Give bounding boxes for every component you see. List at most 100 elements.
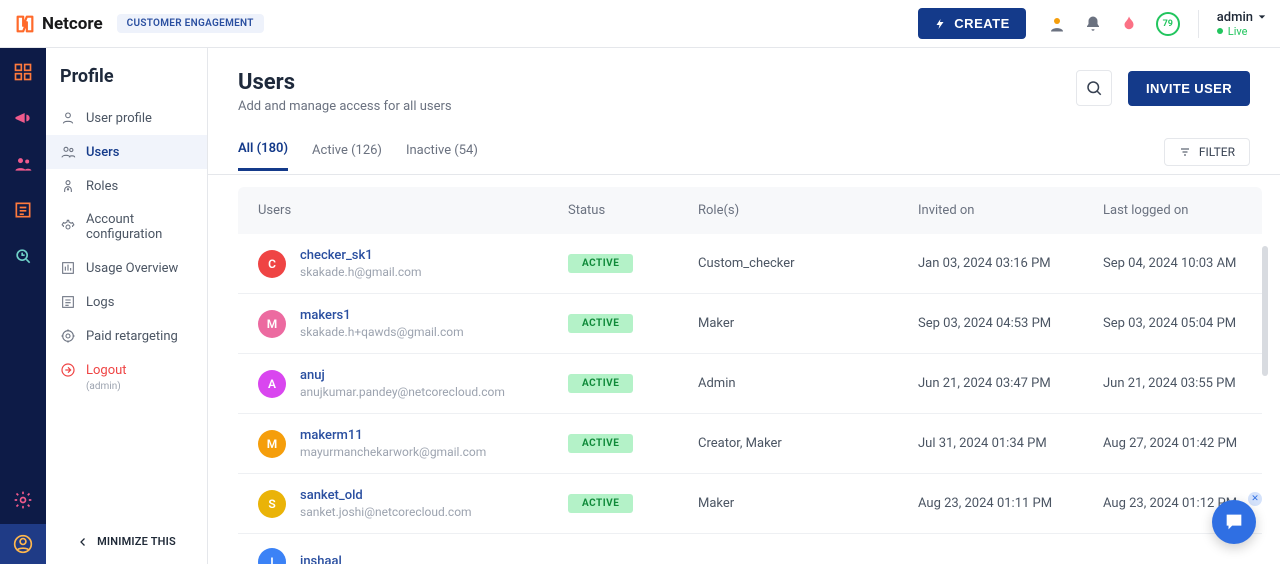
filter-icon	[1179, 146, 1191, 158]
roles-cell: Admin	[698, 376, 918, 391]
logout-subtext: (admin)	[46, 381, 207, 392]
sidebar-item-label: Usage Overview	[86, 261, 178, 276]
chevron-down-icon	[1258, 13, 1266, 21]
sidebar-item-users[interactable]: Users	[46, 135, 207, 169]
sidebar-item-label: Roles	[86, 179, 118, 194]
sidebar-item-label: Users	[86, 145, 119, 160]
bell-icon[interactable]	[1084, 15, 1102, 33]
config-icon	[60, 219, 76, 235]
sidebar-item-label: Logout	[86, 363, 127, 378]
user-name-link[interactable]: checker_sk1	[300, 248, 422, 263]
lastlog-cell: Aug 27, 2024 01:42 PM	[1103, 436, 1252, 451]
rail-analytics-icon[interactable]	[13, 246, 33, 266]
sidebar-item-account-config[interactable]: Account configuration	[46, 203, 207, 251]
user-name-link[interactable]: makerm11	[300, 428, 486, 443]
table-row[interactable]: Mmakers1skakade.h+qawds@gmail.comACTIVEM…	[238, 294, 1262, 354]
chat-close-button[interactable]: ✕	[1248, 492, 1262, 506]
search-icon	[1085, 79, 1103, 97]
status-badge: ACTIVE	[568, 254, 633, 273]
col-lastlog: Last logged on	[1103, 203, 1252, 218]
page-subtitle: Add and manage access for all users	[238, 99, 452, 114]
user-email: mayurmanchekarwork@gmail.com	[300, 445, 486, 459]
sidebar-item-user-profile[interactable]: User profile	[46, 101, 207, 135]
status-badge: ACTIVE	[568, 494, 633, 513]
user-name: admin	[1217, 10, 1253, 25]
tab-all[interactable]: All (180)	[238, 141, 288, 171]
user-name-link[interactable]: makers1	[300, 308, 464, 323]
product-badge: CUSTOMER ENGAGEMENT	[117, 14, 264, 33]
tab-active[interactable]: Active (126)	[312, 143, 382, 170]
netcore-logo-icon	[14, 13, 36, 35]
score-indicator[interactable]: 79	[1156, 12, 1180, 36]
rail-settings-icon[interactable]	[13, 490, 33, 510]
flame-icon[interactable]	[1120, 15, 1138, 33]
sidebar-item-label: User profile	[86, 111, 152, 126]
create-button[interactable]: CREATE	[918, 8, 1025, 39]
minimize-label: MINIMIZE THIS	[97, 535, 176, 548]
table-header: Users Status Role(s) Invited on Last log…	[238, 187, 1262, 234]
sidebar-item-paid-retargeting[interactable]: Paid retargeting	[46, 319, 207, 353]
live-dot-icon	[1217, 28, 1223, 34]
sidebar-item-label: Paid retargeting	[86, 329, 178, 344]
user-name-link[interactable]: anuj	[300, 368, 505, 383]
usage-icon	[60, 260, 76, 276]
table-row[interactable]: Iinshaal	[238, 534, 1262, 564]
chat-button[interactable]	[1212, 500, 1256, 544]
user-menu[interactable]: admin Live	[1217, 10, 1266, 38]
sidebar-item-label: Account configuration	[86, 212, 193, 242]
roles-cell: Custom_checker	[698, 256, 918, 271]
user-email: skakade.h@gmail.com	[300, 265, 422, 279]
tab-bar: All (180) Active (126) Inactive (54) FILTE…	[208, 124, 1280, 175]
rail-profile-icon[interactable]	[0, 524, 46, 564]
scrollbar[interactable]	[1262, 246, 1268, 376]
chevron-left-icon	[77, 536, 89, 548]
rail-campaigns-icon[interactable]	[13, 108, 33, 128]
brand-logo[interactable]: Netcore	[14, 13, 103, 35]
main-content: Users Add and manage access for all user…	[208, 48, 1280, 564]
logs-icon	[60, 294, 76, 310]
avatar: M	[258, 430, 286, 458]
search-button[interactable]	[1076, 70, 1112, 106]
sidebar-item-roles[interactable]: Roles	[46, 169, 207, 203]
avatar: S	[258, 490, 286, 518]
table-row[interactable]: Cchecker_sk1skakade.h@gmail.comACTIVECus…	[238, 234, 1262, 294]
sidebar-item-logs[interactable]: Logs	[46, 285, 207, 319]
avatar-icon[interactable]	[1048, 15, 1066, 33]
lastlog-cell: Sep 03, 2024 05:04 PM	[1103, 316, 1252, 331]
invite-user-button[interactable]: INVITE USER	[1128, 71, 1250, 106]
tab-inactive[interactable]: Inactive (54)	[406, 143, 478, 170]
lastlog-cell: Jun 21, 2024 03:55 PM	[1103, 376, 1252, 391]
invited-cell: Jul 31, 2024 01:34 PM	[918, 436, 1103, 451]
filter-label: FILTER	[1199, 145, 1235, 159]
table-row[interactable]: Aanujanujkumar.pandey@netcorecloud.comAC…	[238, 354, 1262, 414]
invited-cell: Sep 03, 2024 04:53 PM	[918, 316, 1103, 331]
user-email: skakade.h+qawds@gmail.com	[300, 325, 464, 339]
rail-dashboard-icon[interactable]	[13, 62, 33, 82]
retarget-icon	[60, 328, 76, 344]
filter-button[interactable]: FILTER	[1164, 138, 1250, 166]
col-invited: Invited on	[918, 203, 1103, 218]
invited-cell: Jan 03, 2024 03:16 PM	[918, 256, 1103, 271]
minimize-sidebar-button[interactable]: MINIMIZE THIS	[46, 519, 207, 564]
status-badge: ACTIVE	[568, 434, 633, 453]
rail-audience-icon[interactable]	[13, 154, 33, 174]
topbar: Netcore CUSTOMER ENGAGEMENT CREATE 79 ad…	[0, 0, 1280, 48]
roles-cell: Creator, Maker	[698, 436, 918, 451]
status-badge: ACTIVE	[568, 374, 633, 393]
sidebar: Profile User profile Users Roles Account…	[46, 48, 208, 564]
page-header: Users Add and manage access for all user…	[208, 48, 1280, 124]
avatar: M	[258, 310, 286, 338]
roles-icon	[60, 178, 76, 194]
table-row[interactable]: Mmakerm11 mayurmanchekarwork@gmail.com ACT…	[238, 414, 1262, 474]
create-button-label: CREATE	[954, 16, 1009, 31]
rail-content-icon[interactable]	[13, 200, 33, 220]
col-users: Users	[258, 203, 568, 218]
sidebar-item-usage-overview[interactable]: Usage Overview	[46, 251, 207, 285]
table-row[interactable]: Ssanket_oldsanket.joshi@netcorecloud.com…	[238, 474, 1262, 534]
brand-name: Netcore	[42, 14, 103, 34]
invited-cell: Aug 23, 2024 01:11 PM	[918, 496, 1103, 511]
user-name-link[interactable]: inshaal	[300, 554, 342, 564]
sidebar-item-label: Logs	[86, 295, 114, 310]
col-status: Status	[568, 203, 698, 218]
user-name-link[interactable]: sanket_old	[300, 488, 472, 503]
